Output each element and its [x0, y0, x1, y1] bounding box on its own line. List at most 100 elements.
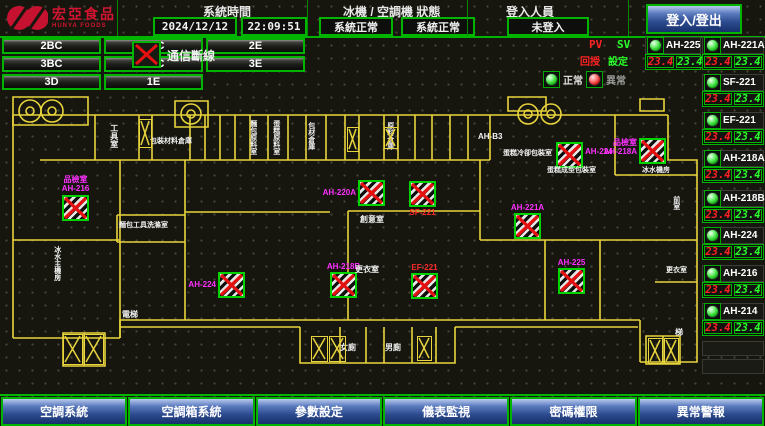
unit-pv-value: 23.4: [704, 209, 732, 221]
equipment-marker-AH-224[interactable]: [218, 272, 245, 298]
logo-name-zh: 宏亞食品: [52, 7, 116, 22]
system-clock-field: 22:09:51: [241, 17, 307, 36]
pilot-glyph: [706, 114, 719, 127]
equipment-marker-AH-225[interactable]: [558, 268, 585, 294]
stair-x-mark: [63, 334, 83, 365]
logo-mark-icon: [4, 2, 48, 34]
marker-label: AH-220A: [323, 188, 356, 197]
unit-sv-value: 23.4: [734, 56, 762, 68]
bottom-nav-bar: 空調系統空調箱系統參數設定儀表監視密碼權限異常警報: [0, 397, 765, 426]
room-label: 創意室: [360, 216, 384, 225]
unit-values-AH-216: 23.423.4: [702, 282, 764, 298]
marker-label: EF-221: [411, 263, 437, 272]
equipment-marker-AH-218A[interactable]: [639, 138, 666, 164]
marker-label: AH-221A: [511, 203, 544, 212]
room-label: 麵包原料室: [249, 120, 257, 155]
normal-pilot-light: [543, 71, 560, 88]
zone-button-2E[interactable]: 2E: [206, 38, 305, 54]
unit-values-AH-224: 23.423.4: [702, 244, 764, 260]
nav-button-異常警報[interactable]: 異常警報: [638, 397, 764, 426]
login-logout-button[interactable]: 登入/登出: [646, 4, 742, 34]
unit-values-AH-214: 23.423.4: [702, 320, 764, 336]
zone-button-3BC[interactable]: 3BC: [2, 56, 101, 72]
unit-title-AH-218B[interactable]: AH-218B: [702, 190, 764, 207]
equipment-marker-AH-218B[interactable]: [330, 272, 357, 298]
normal-legend: 正常: [543, 71, 583, 88]
unit-values-AH-225: 23.423.4: [645, 54, 701, 70]
unit-name: AH-224: [723, 230, 757, 241]
stair-x-mark: [384, 127, 398, 149]
top-bar-divider: [628, 0, 629, 36]
room-label: 麵包工具洗滌室: [119, 222, 168, 230]
unit-name: AH-218B: [723, 193, 765, 204]
room-label: 電梯: [122, 311, 138, 320]
unit-values-EF-221: 23.423.4: [702, 129, 764, 145]
unit-pv-value: 23.4: [647, 56, 674, 68]
equipment-marker-AH-216[interactable]: [62, 195, 89, 221]
pilot-glyph: [706, 229, 719, 242]
equipment-marker-EF-221[interactable]: [411, 273, 438, 299]
unit-title-AH-214[interactable]: AH-214: [702, 303, 764, 320]
unit-sv-value: 23.4: [734, 131, 762, 143]
marker-label: 品檢室AH-216: [62, 175, 90, 193]
zone-button-2BC[interactable]: 2BC: [2, 38, 101, 54]
unit-sv-value: 23.4: [734, 246, 762, 258]
unit-sv-value: 23.4: [676, 56, 703, 68]
unit-sv-value: 23.4: [734, 322, 762, 334]
unit-title-SF-221[interactable]: SF-221: [702, 74, 764, 91]
unit-values-AH-221A: 23.423.4: [702, 54, 764, 70]
room-label: 包材倉庫: [307, 122, 315, 150]
pilot-glyph: [706, 152, 719, 165]
unit-name: EF-221: [723, 115, 756, 126]
equipment-marker-AH-214[interactable]: [556, 142, 583, 168]
unit-title-AH-224[interactable]: AH-224: [702, 227, 764, 244]
logo-name-en: HUNYA FOODS: [52, 22, 116, 30]
unit-name: AH-214: [723, 306, 757, 317]
system-date-field: 2024/12/12: [153, 17, 237, 36]
unit-pilot-light: [704, 74, 721, 91]
unit-pilot-light: [704, 112, 721, 129]
top-bar-divider: [307, 0, 308, 36]
room-label: 更衣室: [666, 267, 687, 275]
room-label: 工具室: [109, 124, 118, 148]
pv-header: PV: [589, 38, 602, 51]
nav-button-空調箱系統[interactable]: 空調箱系統: [128, 397, 254, 426]
room-label: 冰水機房: [642, 167, 670, 175]
unit-name: AH-225: [666, 40, 700, 51]
unit-name: AH-221A: [723, 40, 765, 51]
unit-pilot-light: [647, 37, 664, 54]
abnormal-label: 異常: [606, 72, 626, 87]
unit-title-AH-225[interactable]: AH-225: [645, 37, 701, 54]
pilot-glyph: [706, 267, 719, 280]
unit-title-AH-221A[interactable]: AH-221A: [702, 37, 764, 54]
unit-title-AH-218A[interactable]: AH-218A: [702, 150, 764, 167]
normal-label: 正常: [563, 72, 583, 87]
equipment-marker-AH-221A[interactable]: [514, 213, 541, 239]
zone-button-3D[interactable]: 3D: [2, 74, 101, 90]
pilot-glyph: [706, 192, 719, 205]
equipment-marker-SF-221[interactable]: [409, 181, 436, 207]
nav-button-參數設定[interactable]: 參數設定: [256, 397, 382, 426]
unit-sv-value: 23.4: [734, 93, 762, 105]
unit-sv-value: 23.4: [734, 209, 762, 221]
abnormal-pilot-light: [586, 71, 603, 88]
unit-pv-value: 23.4: [704, 93, 732, 105]
zone-button-1E[interactable]: 1E: [104, 74, 203, 90]
pilot-glyph: [706, 39, 719, 52]
nav-button-儀表監視[interactable]: 儀表監視: [383, 397, 509, 426]
marker-label: AH-225: [558, 258, 586, 267]
empty-unit-panel: [702, 341, 764, 356]
unit-title-EF-221[interactable]: EF-221: [702, 112, 764, 129]
room-label: 包裝材料倉庫: [150, 138, 192, 146]
unit-pv-value: 23.4: [704, 169, 732, 181]
nav-button-空調系統[interactable]: 空調系統: [1, 397, 127, 426]
hmi-main-screen: 宏亞食品 HUNYA FOODS 系統時間 2024/12/12 22:09:5…: [0, 0, 765, 426]
ahu-status-field: 系統正常: [401, 17, 475, 36]
unit-title-AH-216[interactable]: AH-216: [702, 265, 764, 282]
room-label: 蛋糕冷卻包裝室: [503, 150, 552, 158]
stair-x-mark: [417, 336, 432, 361]
top-bar-divider: [117, 0, 118, 36]
zone-button-3E[interactable]: 3E: [206, 56, 305, 72]
equipment-marker-AH-220A[interactable]: [358, 180, 385, 206]
nav-button-密碼權限[interactable]: 密碼權限: [510, 397, 636, 426]
